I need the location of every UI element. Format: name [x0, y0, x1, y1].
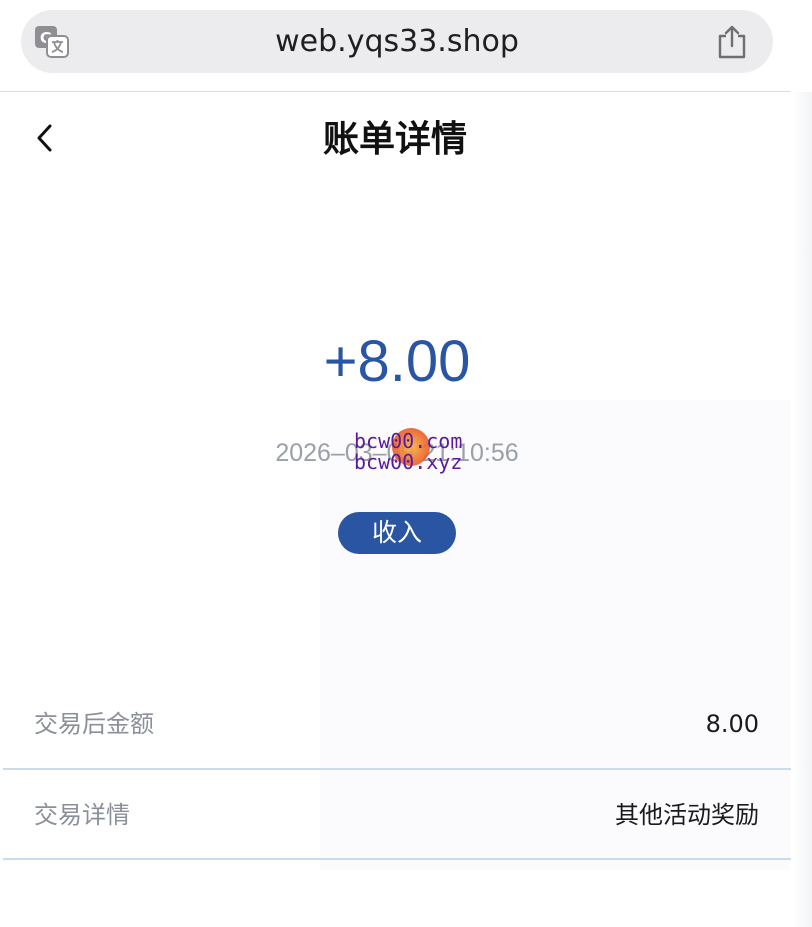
- detail-row-description: 交易详情 其他活动奖励: [3, 770, 791, 860]
- translate-icon[interactable]: G: [34, 24, 70, 60]
- page-title: 账单详情: [322, 119, 467, 160]
- detail-label: 交易后金额: [34, 710, 154, 738]
- transaction-type-badge: 收入: [338, 512, 456, 554]
- detail-label: 交易详情: [34, 801, 130, 829]
- detail-row-balance: 交易后金额 8.00: [3, 680, 791, 770]
- row-divider: [3, 858, 791, 860]
- detail-value: 其他活动奖励: [615, 801, 759, 829]
- toolbar-divider: [0, 91, 790, 92]
- scroll-edge: [792, 92, 812, 927]
- browser-address-bar[interactable]: G web.yqs33.shop: [21, 10, 773, 73]
- transaction-amount: +8.00: [323, 329, 471, 394]
- url-text: web.yqs33.shop: [275, 24, 519, 59]
- bill-detail-page: G web.yqs33.shop 账单详情 +8.00 2026–03–09 2…: [0, 0, 812, 927]
- watermark-line-2: bcw00.xyz: [354, 450, 463, 474]
- watermark-line-1: bcw00.com: [354, 429, 463, 453]
- detail-value: 8.00: [705, 710, 759, 738]
- watermark: bcw00.com bcw00.xyz: [354, 424, 474, 478]
- share-icon[interactable]: [715, 24, 749, 60]
